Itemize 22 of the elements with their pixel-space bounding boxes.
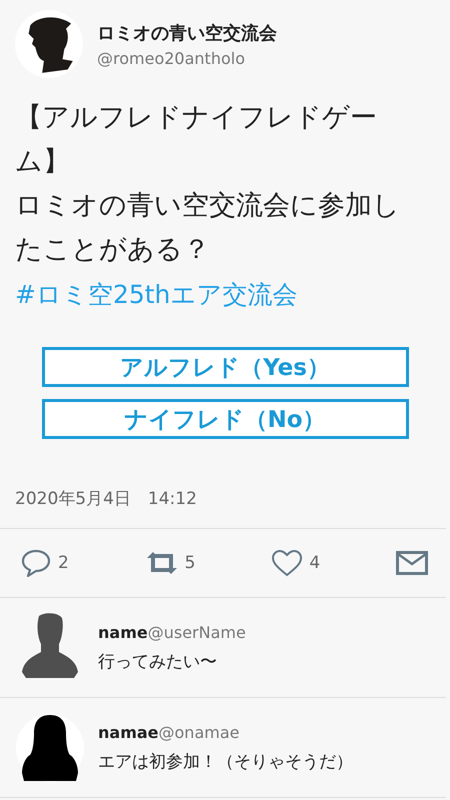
reply-author: namae <box>98 722 159 742</box>
speech-bubble-icon[interactable] <box>20 548 52 578</box>
account-handle: @romeo20antholo <box>97 48 246 68</box>
poll-choice-button[interactable]: ナイフレド（No） <box>42 399 408 439</box>
hashtag-link[interactable]: #ロミ空25thエア交流会 <box>15 280 298 309</box>
reply-handle: @userName <box>148 622 246 642</box>
retweet-icon[interactable] <box>144 550 179 576</box>
person-silhouette-icon <box>22 714 78 780</box>
reply-text: 行ってみたい〜 <box>98 650 218 672</box>
post-text: ロミオの青い空交流会に参加したことがある？ <box>15 189 401 267</box>
action-count: 2 <box>58 553 69 573</box>
poll-choice-button[interactable]: アルフレド（Yes） <box>42 347 408 387</box>
account-name: ロミオの青い空交流会 <box>97 22 277 44</box>
action-count: 4 <box>309 553 320 573</box>
reply-author: name <box>98 622 148 642</box>
action-count: 5 <box>184 553 196 573</box>
timestamp: 2020年5月4日 14:12 <box>14 488 198 510</box>
reply-handle: @onamae <box>158 722 240 742</box>
reply-text: エアは初参加！（そりゃそうだ） <box>98 750 353 772</box>
envelope-icon[interactable] <box>396 551 428 575</box>
post-title: 【アルフレドナイフレドゲーム】 <box>15 101 378 179</box>
heart-icon[interactable] <box>271 549 304 577</box>
